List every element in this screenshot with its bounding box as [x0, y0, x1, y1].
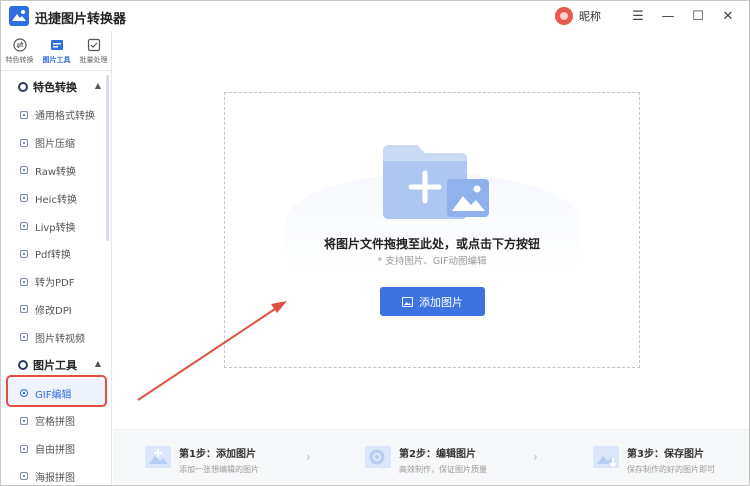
image-icon [20, 416, 28, 425]
chevron-up-icon: ▲ [94, 81, 101, 90]
section-icon [18, 82, 28, 92]
image-icon [402, 296, 413, 307]
section-icon [18, 360, 28, 371]
step-2: 第2步：编辑图片 高效制作，保证图片质量 [363, 442, 487, 476]
sidebar-item-to-video[interactable]: 图片转视频 [1, 323, 109, 351]
drop-zone[interactable]: 将图片文件拖拽至此处，或点击下方按钮 * 支持图片、GIF动图编辑 添加图片 [224, 92, 640, 368]
sidebar-menu: 特色转换 ▲ 通用格式转换 图片压缩 Raw转换 Heic转换 Livp转换 P… [1, 73, 109, 486]
title-bar: 迅捷图片转换器 昵称 ☰ — ☐ ✕ [1, 1, 749, 31]
sidebar-item-free-collage[interactable]: 自由拼图 [1, 435, 109, 463]
add-image-button[interactable]: 添加图片 [380, 287, 485, 316]
image-icon [20, 277, 28, 286]
chevron-right-icon: › [306, 450, 311, 464]
drop-zone-title: 将图片文件拖拽至此处，或点击下方按钮 [323, 237, 540, 251]
app-logo-icon [9, 6, 29, 26]
app-window: 迅捷图片转换器 昵称 ☰ — ☐ ✕ 特色转换 图片工具 批量处理 特色转换 ▲… [0, 0, 750, 486]
section-label: 图片工具 [33, 359, 77, 373]
sidebar-item-grid-collage[interactable]: 宫格拼图 [1, 407, 109, 435]
toolbox-icon [50, 39, 63, 50]
tab-image-tools[interactable]: 图片工具 [38, 31, 75, 71]
step-title: 第3步：保存图片 [627, 449, 704, 460]
nickname-label[interactable]: 昵称 [579, 8, 601, 24]
top-nav: 特色转换 图片工具 批量处理 [1, 31, 112, 71]
sidebar-item-poster-collage[interactable]: 海报拼图 [1, 463, 109, 486]
close-button[interactable]: ✕ [715, 5, 741, 27]
image-icon [20, 194, 28, 203]
app-title: 迅捷图片转换器 [35, 12, 127, 27]
sidebar-item-label: Pdf转换 [35, 250, 71, 262]
step-title: 第2步：编辑图片 [399, 449, 476, 460]
sidebar-item-heic[interactable]: Heic转换 [1, 184, 109, 212]
image-icon [20, 444, 28, 453]
sidebar: 特色转换 图片工具 批量处理 特色转换 ▲ 通用格式转换 图片压缩 Raw转换 … [1, 31, 112, 485]
sidebar-item-label: Livp转换 [35, 222, 76, 234]
sidebar-item-label: 宫格拼图 [35, 417, 75, 429]
step-3: 第3步：保存图片 保存制作的好的图片即可 [591, 442, 715, 476]
sidebar-item-livp[interactable]: Livp转换 [1, 212, 109, 240]
gif-icon [20, 389, 28, 398]
tab-feature-convert[interactable]: 特色转换 [1, 31, 38, 71]
step-desc: 添加一张想编辑的图片 [179, 465, 259, 474]
avatar[interactable] [555, 7, 573, 25]
image-icon [20, 333, 28, 342]
tab-label: 特色转换 [5, 55, 34, 64]
sidebar-item-label: Raw转换 [35, 166, 77, 178]
batch-icon [87, 38, 100, 51]
sidebar-item-to-pdf[interactable]: 转为PDF [1, 268, 109, 296]
image-icon [20, 305, 28, 314]
sidebar-item-label: 修改DPI [35, 305, 72, 317]
convert-icon [12, 37, 27, 52]
main-panel: 将图片文件拖拽至此处，或点击下方按钮 * 支持图片、GIF动图编辑 添加图片 [113, 31, 749, 429]
sidebar-item-label: GIF编辑 [35, 389, 72, 401]
menu-icon[interactable]: ☰ [625, 5, 651, 27]
sidebar-item-label: 图片压缩 [35, 139, 75, 151]
sidebar-item-pdf[interactable]: Pdf转换 [1, 240, 109, 268]
sidebar-item-general-convert[interactable]: 通用格式转换 [1, 101, 109, 129]
image-icon [20, 166, 28, 175]
folder-add-icon [383, 145, 489, 219]
sidebar-item-gif-edit[interactable]: GIF编辑 [1, 379, 109, 407]
chevron-up-icon: ▲ [94, 359, 101, 369]
tab-label: 图片工具 [42, 55, 71, 64]
step-desc: 高效制作，保证图片质量 [399, 465, 487, 474]
sidebar-item-raw[interactable]: Raw转换 [1, 157, 109, 185]
tab-label: 批量处理 [79, 55, 108, 64]
chevron-right-icon: › [533, 450, 538, 464]
step-title: 第1步：添加图片 [179, 449, 256, 460]
image-icon [20, 138, 28, 147]
sidebar-item-label: 自由拼图 [35, 445, 75, 457]
steps-bar: 第1步：添加图片 添加一张想编辑的图片 › 第2步：编辑图片 高效制作，保证图片… [113, 429, 749, 485]
drop-zone-subtitle: * 支持图片、GIF动图编辑 [377, 256, 487, 267]
save-image-icon [593, 446, 619, 468]
sidebar-item-label: 图片转视频 [35, 333, 85, 345]
sidebar-item-dpi[interactable]: 修改DPI [1, 296, 109, 324]
add-image-label: 添加图片 [419, 295, 463, 309]
sidebar-item-label: 通用格式转换 [35, 111, 95, 123]
section-label: 特色转换 [33, 81, 77, 94]
add-image-icon [145, 446, 171, 468]
minimize-button[interactable]: — [655, 5, 681, 27]
image-icon [20, 222, 28, 231]
section-image-tools[interactable]: 图片工具 ▲ [1, 351, 109, 379]
tab-batch[interactable]: 批量处理 [75, 31, 112, 71]
sidebar-item-label: Heic转换 [35, 194, 77, 206]
sidebar-item-compress[interactable]: 图片压缩 [1, 129, 109, 157]
maximize-button[interactable]: ☐ [685, 5, 711, 27]
sidebar-item-label: 海报拼图 [35, 472, 75, 484]
step-1: 第1步：添加图片 添加一张想编辑的图片 [143, 442, 259, 476]
edit-image-icon [365, 446, 391, 468]
image-icon [20, 110, 28, 119]
image-icon [20, 472, 28, 481]
step-desc: 保存制作的好的图片即可 [627, 465, 715, 474]
sidebar-item-label: 转为PDF [35, 278, 75, 290]
image-icon [20, 249, 28, 258]
section-feature-convert[interactable]: 特色转换 ▲ [1, 73, 109, 101]
